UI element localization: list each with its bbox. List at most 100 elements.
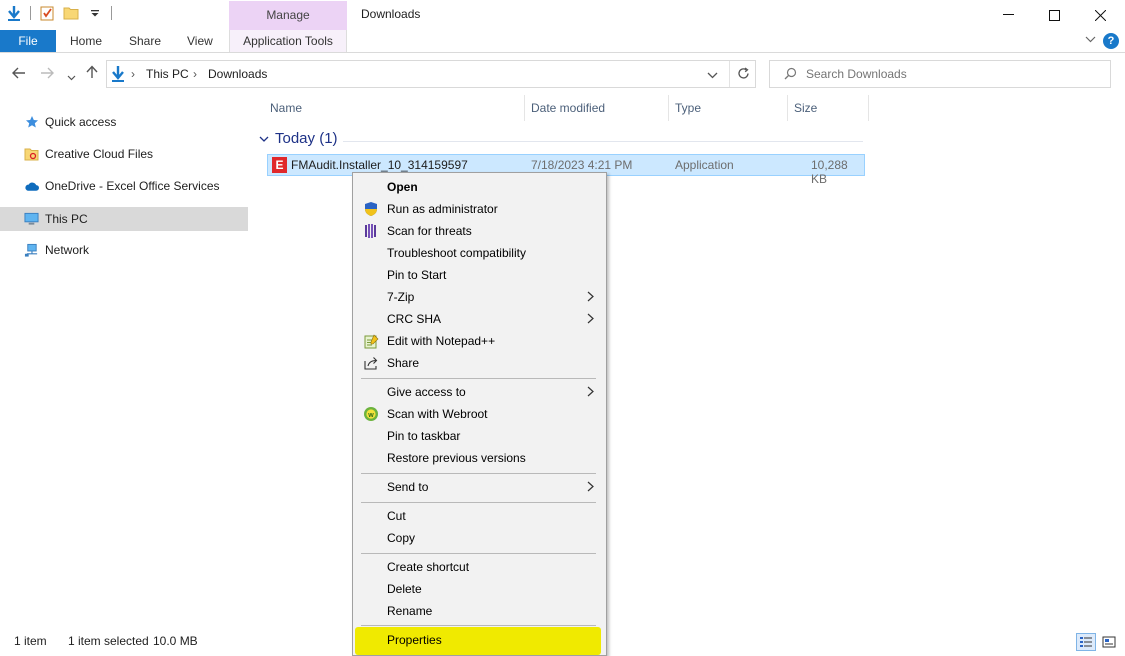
window-title: Downloads bbox=[361, 7, 421, 21]
tab-file[interactable]: File bbox=[0, 30, 56, 52]
group-collapse-chevron-icon[interactable] bbox=[259, 130, 269, 147]
nav-item-quick-access[interactable]: Quick access bbox=[0, 110, 248, 134]
nav-item-network[interactable]: Network bbox=[0, 238, 248, 262]
cc-folder-icon bbox=[24, 147, 39, 162]
menu-item-run-as-administrator[interactable]: Run as administrator bbox=[355, 198, 604, 220]
menu-item-7-zip[interactable]: 7-Zip bbox=[355, 286, 604, 308]
column-divider[interactable] bbox=[868, 95, 869, 121]
menu-item-crc-sha[interactable]: CRC SHA bbox=[355, 308, 604, 330]
file-name: FMAudit.Installer_10_314159597 bbox=[291, 158, 468, 172]
refresh-icon[interactable] bbox=[729, 61, 756, 87]
column-header-type[interactable]: Type bbox=[669, 95, 787, 121]
nav-item-label: Quick access bbox=[45, 115, 117, 129]
breadcrumb-this-pc[interactable]: This PC bbox=[146, 67, 189, 81]
menu-separator bbox=[361, 378, 596, 379]
menu-item-pin-to-start[interactable]: Pin to Start bbox=[355, 264, 604, 286]
forward-arrow-icon[interactable] bbox=[40, 66, 54, 82]
toolbar-divider bbox=[111, 6, 112, 20]
column-header-date-modified[interactable]: Date modified bbox=[525, 95, 668, 121]
address-bar[interactable]: › This PC › Downloads bbox=[106, 60, 756, 88]
address-row: › This PC › Downloads bbox=[0, 54, 1125, 94]
tab-application-tools[interactable]: Application Tools bbox=[229, 30, 347, 52]
column-header-name[interactable]: Name bbox=[264, 95, 524, 121]
nav-item-creative-cloud-files[interactable]: Creative Cloud Files bbox=[0, 142, 248, 166]
nav-item-label: Network bbox=[45, 243, 90, 257]
onedrive-cloud-icon bbox=[24, 179, 39, 194]
group-header-today[interactable]: Today (1) bbox=[259, 130, 863, 147]
help-icon[interactable]: ? bbox=[1103, 33, 1119, 49]
title-bar: Manage Downloads bbox=[0, 0, 1125, 30]
menu-item-pin-to-taskbar[interactable]: Pin to taskbar bbox=[355, 425, 604, 447]
downloads-folder-icon bbox=[111, 65, 125, 86]
address-dropdown-icon[interactable] bbox=[707, 66, 718, 82]
download-arrow-icon[interactable] bbox=[6, 5, 22, 21]
properties-check-icon[interactable] bbox=[39, 5, 55, 21]
file-size: 10,288 KB bbox=[811, 158, 848, 186]
navigation-pane: Quick access Creative Cloud Files OneDri… bbox=[0, 100, 250, 620]
back-arrow-icon[interactable] bbox=[12, 66, 26, 82]
submenu-arrow-icon bbox=[587, 308, 594, 331]
nav-item-label: OneDrive - Excel Office Services bbox=[45, 179, 220, 193]
nav-item-label: Creative Cloud Files bbox=[45, 147, 154, 161]
close-button[interactable] bbox=[1077, 0, 1123, 30]
menu-item-label: Pin to Start bbox=[387, 268, 447, 282]
status-bar: 1 item 1 item selected 10.0 MB bbox=[0, 628, 1125, 656]
status-selection: 1 item selected bbox=[68, 634, 149, 648]
menu-separator bbox=[361, 553, 596, 554]
menu-item-label: Pin to taskbar bbox=[387, 429, 461, 443]
menu-item-send-to[interactable]: Send to bbox=[355, 476, 604, 498]
network-icon bbox=[24, 243, 39, 258]
breadcrumb-separator: › bbox=[131, 67, 135, 81]
computer-icon bbox=[24, 212, 39, 227]
defender-scan-icon bbox=[363, 223, 379, 239]
expand-ribbon-icon[interactable] bbox=[1085, 34, 1096, 46]
breadcrumb-downloads[interactable]: Downloads bbox=[208, 67, 267, 81]
search-input[interactable] bbox=[806, 65, 1096, 83]
tab-home[interactable]: Home bbox=[70, 30, 102, 52]
menu-item-restore-previous-versions[interactable]: Restore previous versions bbox=[355, 447, 604, 469]
menu-item-scan-for-threats[interactable]: Scan for threats bbox=[355, 220, 604, 242]
new-folder-icon[interactable] bbox=[63, 5, 79, 21]
notepad-plus-plus-icon bbox=[363, 333, 379, 349]
details-view-icon[interactable] bbox=[1076, 633, 1096, 651]
recent-locations-chevron-icon[interactable] bbox=[67, 68, 76, 84]
up-arrow-icon[interactable] bbox=[86, 65, 98, 82]
menu-item-rename[interactable]: Rename bbox=[355, 600, 604, 622]
search-box[interactable] bbox=[769, 60, 1111, 88]
menu-item-label: Open bbox=[387, 180, 418, 194]
maximize-button[interactable] bbox=[1031, 0, 1077, 30]
customize-qat-icon[interactable] bbox=[87, 5, 103, 21]
menu-item-delete[interactable]: Delete bbox=[355, 578, 604, 600]
menu-item-label: Scan for threats bbox=[387, 224, 472, 238]
menu-item-label: Cut bbox=[387, 509, 406, 523]
menu-separator bbox=[361, 502, 596, 503]
large-icons-view-icon[interactable] bbox=[1099, 633, 1119, 651]
menu-item-label: 7-Zip bbox=[387, 290, 415, 304]
menu-item-label: Scan with Webroot bbox=[387, 407, 488, 421]
menu-item-label: Restore previous versions bbox=[387, 451, 526, 465]
menu-item-label: Copy bbox=[387, 531, 416, 545]
menu-item-label: Send to bbox=[387, 480, 429, 494]
submenu-arrow-icon bbox=[587, 286, 594, 309]
nav-item-this-pc[interactable]: This PC bbox=[0, 207, 248, 231]
tab-share[interactable]: Share bbox=[129, 30, 161, 52]
menu-item-create-shortcut[interactable]: Create shortcut bbox=[355, 556, 604, 578]
status-item-count: 1 item bbox=[14, 634, 47, 648]
column-header-size[interactable]: Size bbox=[788, 95, 868, 121]
tab-view[interactable]: View bbox=[187, 30, 213, 52]
menu-item-label: Rename bbox=[387, 604, 433, 618]
menu-item-edit-with-notepad[interactable]: Edit with Notepad++ bbox=[355, 330, 604, 352]
menu-item-label: Troubleshoot compatibility bbox=[387, 246, 526, 260]
menu-item-cut[interactable]: Cut bbox=[355, 505, 604, 527]
menu-item-copy[interactable]: Copy bbox=[355, 527, 604, 549]
menu-item-open[interactable]: Open bbox=[355, 176, 604, 198]
ribbon-tabs: File Home Share View Application Tools ? bbox=[0, 30, 1125, 53]
menu-item-scan-with-webroot[interactable]: w Scan with Webroot bbox=[355, 403, 604, 425]
minimize-button[interactable] bbox=[985, 0, 1031, 30]
menu-item-share[interactable]: Share bbox=[355, 352, 604, 374]
nav-item-onedrive[interactable]: OneDrive - Excel Office Services bbox=[0, 174, 248, 198]
menu-item-troubleshoot-compatibility[interactable]: Troubleshoot compatibility bbox=[355, 242, 604, 264]
menu-item-give-access-to[interactable]: Give access to bbox=[355, 381, 604, 403]
tab-manage[interactable]: Manage bbox=[229, 1, 347, 30]
installer-app-icon: E bbox=[272, 157, 287, 173]
